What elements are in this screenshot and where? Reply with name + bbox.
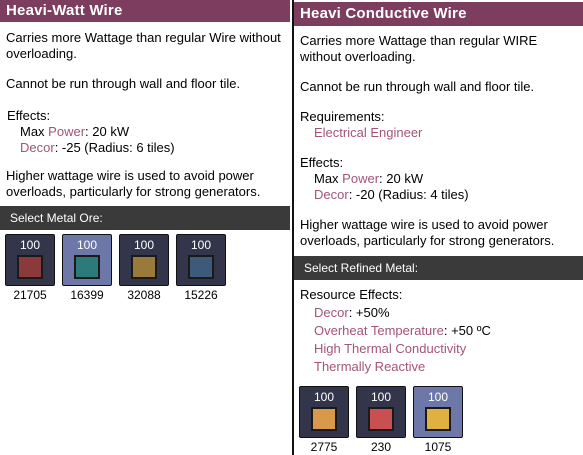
metal-option[interactable]: 100 230 xyxy=(356,386,413,454)
effect-power: Max Power: 20 kW xyxy=(20,124,130,139)
heavi-conductive-wire-panel: Heavi Conductive Wire Carries more Watta… xyxy=(292,0,583,455)
effect-power: Max Power: 20 kW xyxy=(314,171,424,186)
ore-option[interactable]: 100 15226 xyxy=(176,234,233,302)
ore-tile[interactable]: 100 xyxy=(5,234,55,286)
heavi-watt-wire-panel: Heavi-Watt Wire Carries more Wattage tha… xyxy=(0,0,290,320)
metal-option[interactable]: 100 1075 xyxy=(413,386,470,454)
select-metal-ore-label: Select Metal Ore: xyxy=(0,206,290,230)
resource-effect-overheat: Overheat Temperature: +50 ºC xyxy=(314,323,491,338)
effect-decor: Decor: -25 (Radius: 6 tiles) xyxy=(20,140,175,155)
ore-option[interactable]: 100 16399 xyxy=(62,234,119,302)
ore-list: 100 21705 100 16399 100 32088 100 15226 xyxy=(0,234,290,302)
effect-decor: Decor: -20 (Radius: 4 tiles) xyxy=(314,187,469,202)
ore-option[interactable]: 100 21705 xyxy=(5,234,62,302)
metal-list: 100 2775 100 230 100 1075 xyxy=(294,386,583,454)
description-generators: Higher wattage wire is used to avoid pow… xyxy=(300,217,555,248)
resource-effect-thermally-reactive: Thermally Reactive xyxy=(314,359,426,374)
description: Carries more Wattage than regular WIRE w… xyxy=(300,33,538,64)
ore-tile-selected[interactable]: 100 xyxy=(62,234,112,286)
resource-effects-heading: Resource Effects: xyxy=(300,287,403,302)
gold-amalgam-icon xyxy=(131,255,157,279)
metal-tile-selected[interactable]: 100 xyxy=(413,386,463,438)
description: Carries more Wattage than regular Wire w… xyxy=(6,30,281,61)
ore-option[interactable]: 100 32088 xyxy=(119,234,176,302)
metal-tile[interactable]: 100 xyxy=(356,386,406,438)
metal-option[interactable]: 100 2775 xyxy=(299,386,356,454)
effects-heading: Effects: xyxy=(7,108,51,123)
description-generators: Higher wattage wire is used to avoid pow… xyxy=(6,168,261,199)
gold-bar-icon xyxy=(425,407,451,431)
steel-bar-icon xyxy=(368,407,394,431)
requirements-heading: Requirements: xyxy=(300,109,385,124)
description-tile: Cannot be run through wall and floor til… xyxy=(6,76,241,91)
requirement-electrical-engineer: Electrical Engineer xyxy=(314,125,423,140)
description-tile: Cannot be run through wall and floor til… xyxy=(300,79,535,94)
iron-ore-icon xyxy=(188,255,214,279)
metal-tile[interactable]: 100 xyxy=(299,386,349,438)
effects-heading: Effects: xyxy=(300,155,344,170)
resource-effect-thermal-conductivity: High Thermal Conductivity xyxy=(314,341,467,356)
copper-ore-icon xyxy=(17,255,43,279)
copper-bar-icon xyxy=(311,407,337,431)
aluminum-ore-icon xyxy=(74,255,100,279)
ore-tile[interactable]: 100 xyxy=(119,234,169,286)
panel-title: Heavi Conductive Wire xyxy=(294,2,583,26)
select-refined-metal-label: Select Refined Metal: xyxy=(294,256,583,280)
resource-effect-decor: Decor: +50% xyxy=(314,305,390,320)
ore-tile[interactable]: 100 xyxy=(176,234,226,286)
panel-title: Heavi-Watt Wire xyxy=(0,0,290,22)
